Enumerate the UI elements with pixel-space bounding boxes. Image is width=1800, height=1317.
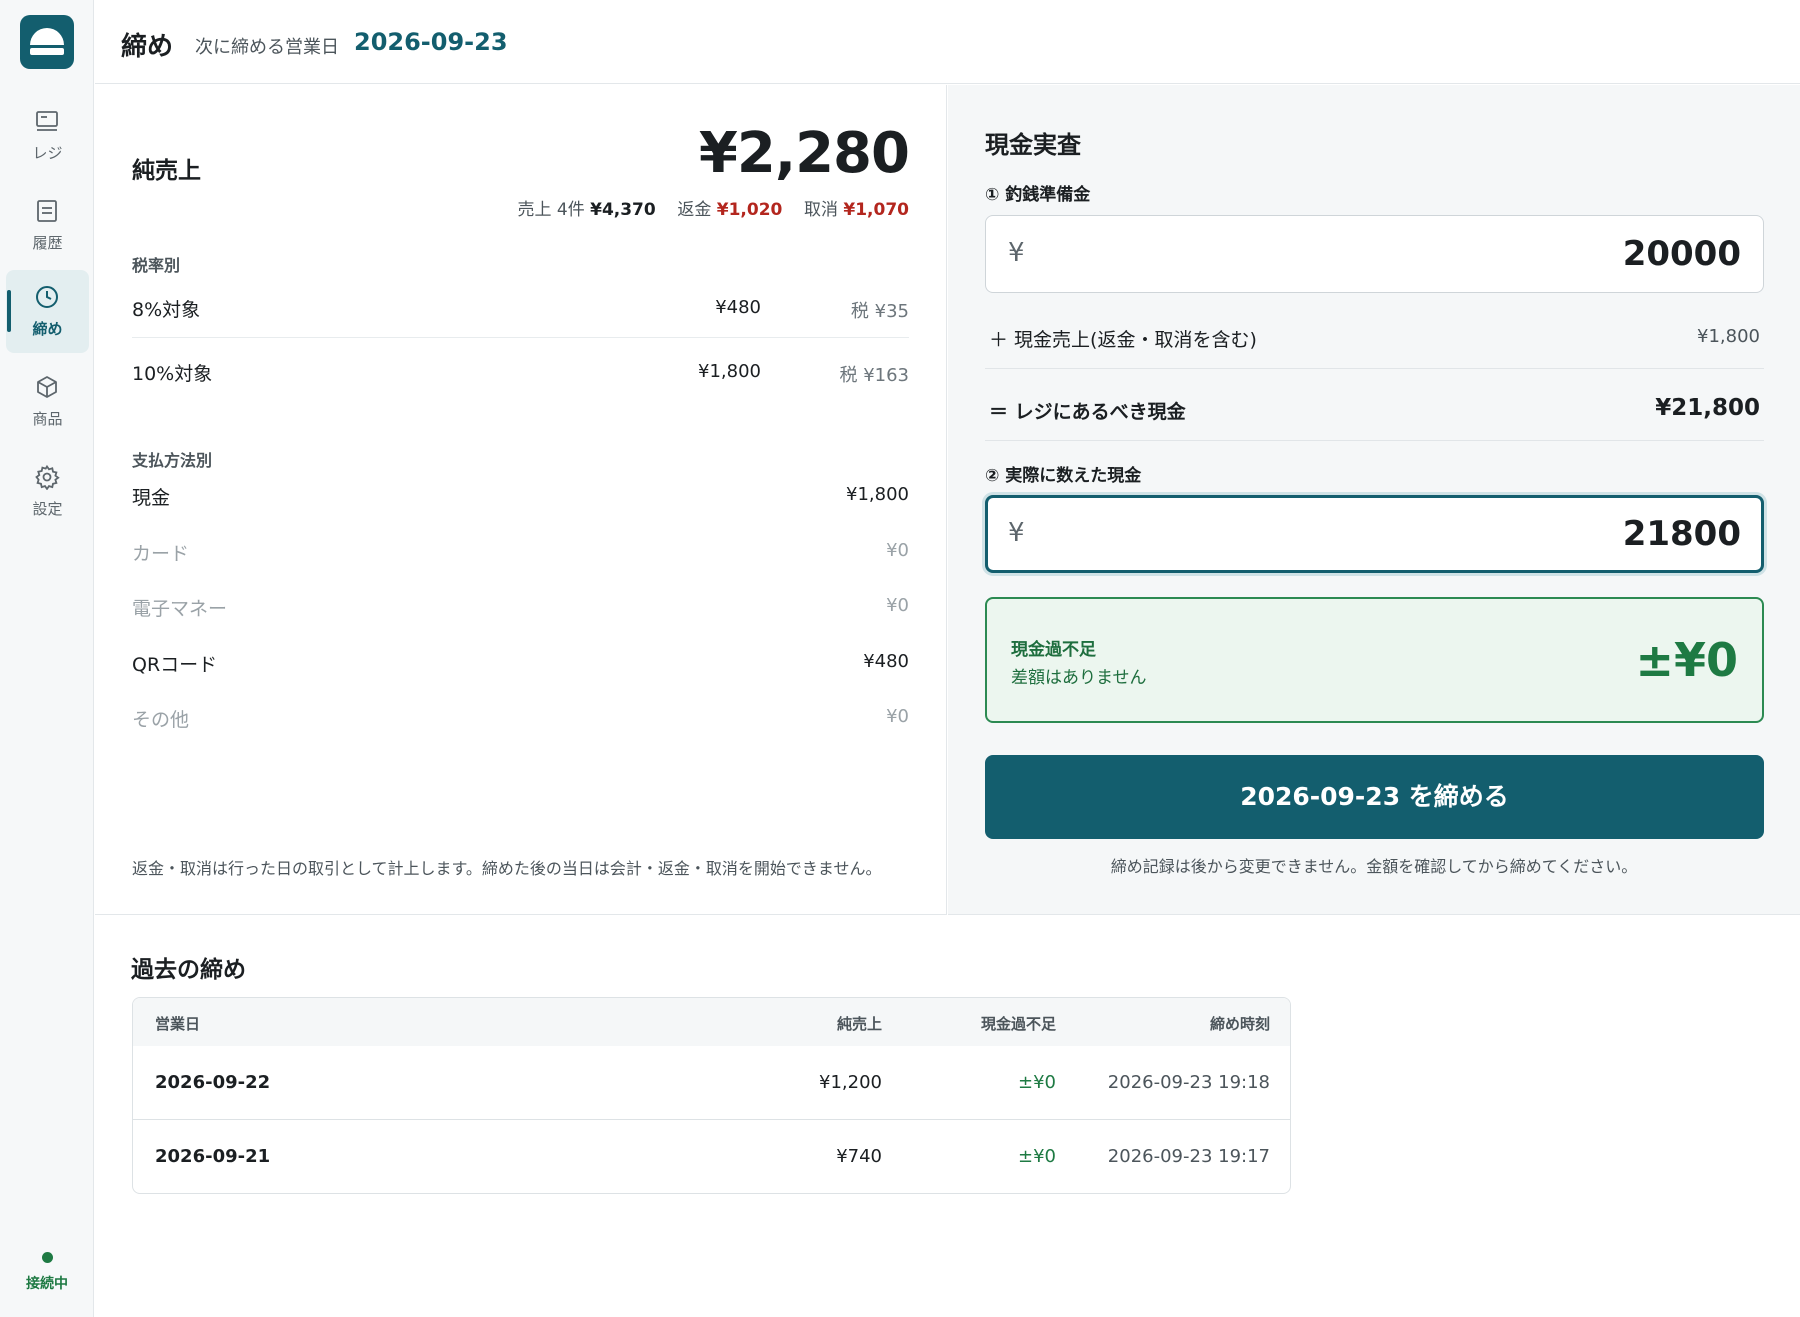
clock-icon [36, 286, 58, 308]
history-icon [37, 200, 57, 222]
cash-check-panel: 現金実査 ① 釣銭準備金 ¥ 20000 ＋ 現金売上(返金・取消を含む) ¥1… [948, 85, 1800, 915]
row-net-sales: ¥1,200 [819, 1072, 882, 1093]
sidebar-item-register[interactable]: レジ [6, 94, 89, 177]
column-header-closed-at: 締め時刻 [1209, 1015, 1270, 1033]
net-sales-label: 純売上 [132, 158, 201, 184]
close-day-button[interactable]: 2026-09-23 を締める [985, 755, 1764, 839]
sidebar-item-closing[interactable]: 締め [6, 270, 89, 353]
payment-row: 電子マネー ¥0 [132, 588, 909, 628]
page-title: 締め [121, 32, 174, 62]
sidebar-item-label: 設定 [32, 500, 63, 518]
payment-row-name: その他 [132, 709, 190, 731]
cash-difference-box: 現金過不足 差額はありません ±¥0 [985, 597, 1764, 723]
cash-difference-message: 差額はありません [1011, 668, 1147, 688]
payment-row-amount: ¥0 [886, 706, 909, 727]
cash-difference-amount: ±¥0 [1635, 633, 1738, 687]
sidebar-item-label: 締め [32, 320, 63, 338]
sales-breakdown: 売上 4件 ¥4,370 返金 ¥1,020 取消 ¥1,070 [517, 195, 909, 220]
register-icon [36, 111, 58, 131]
row-date: 2026-09-21 [155, 1146, 271, 1167]
payment-row-amount: ¥0 [886, 595, 909, 616]
tax-section-label: 税率別 [132, 256, 181, 275]
row-closed-at: 2026-09-23 19:18 [1107, 1072, 1270, 1093]
tax-row-name: 8%対象 [132, 299, 201, 321]
expected-cash-amount: ¥21,800 [1655, 395, 1760, 421]
payment-row-amount: ¥480 [863, 651, 909, 672]
app-logo [20, 15, 74, 69]
column-header-date: 営業日 [155, 1015, 201, 1033]
payment-row: カード ¥0 [132, 533, 909, 573]
row-closed-at: 2026-09-23 19:17 [1107, 1146, 1270, 1167]
connection-status: 接続中 [0, 1252, 94, 1293]
cancel-amount: ¥1,070 [843, 200, 909, 220]
table-row[interactable]: 2026-09-21 ¥740 ±¥0 2026-09-23 19:17 [133, 1120, 1290, 1193]
payment-row-name: 電子マネー [132, 598, 228, 620]
counted-cash-input[interactable]: ¥ 21800 [985, 495, 1764, 573]
tax-row-tax: 税 ¥163 [839, 365, 909, 386]
column-header-net-sales: 純売上 [836, 1015, 882, 1033]
tax-row-tax: 税 ¥35 [850, 301, 909, 322]
box-icon [37, 376, 57, 398]
refund-policy-note: 返金・取消は行った日の取引として計上します。締めた後の当日は会計・返金・取消を開… [132, 859, 882, 878]
payment-row-name: カード [132, 543, 190, 565]
close-warning-note: 締め記録は後から変更できません。金額を確認してから締めてください。 [1110, 857, 1638, 876]
float-label: ① 釣銭準備金 [985, 185, 1091, 205]
net-sales-amount: ¥2,280 [698, 121, 910, 186]
sidebar: レジ 履歴 締め 商品 設定 接続中 [0, 0, 94, 1317]
row-net-sales: ¥740 [836, 1146, 882, 1167]
tax-row-amount: ¥1,800 [698, 361, 761, 382]
payment-row-amount: ¥0 [886, 540, 909, 561]
history-title: 過去の締め [131, 957, 246, 983]
sidebar-item-settings[interactable]: 設定 [6, 450, 89, 533]
payment-row: その他 ¥0 [132, 699, 909, 739]
sidebar-item-label: 商品 [32, 410, 63, 428]
cash-sales-amount: ¥1,800 [1697, 326, 1760, 347]
cash-check-title: 現金実査 [985, 131, 1081, 159]
payment-row-amount: ¥1,800 [846, 484, 909, 505]
payment-row-name: 現金 [132, 487, 171, 509]
next-business-day-label: 次に締める営業日 [195, 37, 339, 58]
cash-sales-row: ＋ 現金売上(返金・取消を含む) ¥1,800 [985, 305, 1764, 369]
counted-cash-label: ② 実際に数えた現金 [985, 466, 1142, 486]
table-header: 営業日 純売上 現金過不足 締め時刻 [133, 998, 1290, 1046]
gear-icon [35, 464, 60, 490]
row-cash-difference: ±¥0 [1018, 1072, 1056, 1093]
refund-amount: ¥1,020 [716, 200, 783, 220]
sidebar-item-history[interactable]: 履歴 [6, 184, 89, 267]
yen-symbol: ¥ [1008, 238, 1025, 268]
column-header-cash-difference: 現金過不足 [980, 1015, 1056, 1033]
cash-difference-title: 現金過不足 [1011, 640, 1096, 660]
sales-amount: ¥4,370 [590, 200, 656, 220]
connection-status-label: 接続中 [26, 1276, 68, 1292]
sales-count-label: 売上 4件 [517, 200, 585, 220]
float-input[interactable]: ¥ 20000 [985, 215, 1764, 293]
history-table: 営業日 純売上 現金過不足 締め時刻 2026-09-22 ¥1,200 ±¥0… [132, 997, 1291, 1194]
refund-label: 返金 [677, 200, 712, 220]
float-input-value[interactable]: 20000 [1623, 234, 1741, 274]
table-row[interactable]: 2026-09-22 ¥1,200 ±¥0 2026-09-23 19:18 [133, 1046, 1290, 1120]
tax-row: 10%対象 ¥1,800 税 ¥163 [132, 342, 909, 402]
tax-row-amount: ¥480 [715, 297, 761, 318]
cancel-label: 取消 [803, 200, 838, 220]
yen-symbol: ¥ [1008, 518, 1025, 548]
status-dot-icon [41, 1252, 53, 1263]
expected-cash-label: ＝ レジにあるべき現金 [989, 401, 1186, 423]
sidebar-item-label: レジ [32, 144, 63, 162]
payment-row: 現金 ¥1,800 [132, 477, 909, 517]
sidebar-item-label: 履歴 [32, 234, 63, 252]
next-business-day-date: 2026-09-23 [354, 28, 508, 56]
payment-section-label: 支払方法別 [132, 451, 213, 470]
sidebar-item-products[interactable]: 商品 [6, 360, 89, 443]
row-cash-difference: ±¥0 [1018, 1146, 1056, 1167]
page-header: 締め 次に締める営業日 2026-09-23 [95, 0, 1800, 84]
cash-sales-label: ＋ 現金売上(返金・取消を含む) [989, 329, 1257, 351]
payment-row: QRコード ¥480 [132, 644, 909, 684]
expected-cash-row: ＝ レジにあるべき現金 ¥21,800 [985, 377, 1764, 441]
tax-row: 8%対象 ¥480 税 ¥35 [132, 278, 909, 338]
row-date: 2026-09-22 [155, 1072, 271, 1093]
tax-row-name: 10%対象 [132, 363, 213, 385]
sales-summary-panel: 純売上 ¥2,280 売上 4件 ¥4,370 返金 ¥1,020 取消 ¥1,… [95, 85, 947, 915]
counted-cash-input-value[interactable]: 21800 [1623, 514, 1741, 554]
payment-row-name: QRコード [132, 654, 218, 676]
